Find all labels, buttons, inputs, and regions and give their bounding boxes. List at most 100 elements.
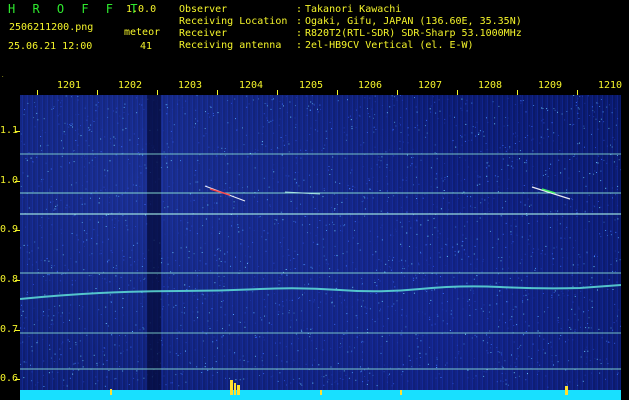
noise-speckle [597, 201, 599, 202]
noise-speckle [33, 307, 35, 309]
noise-speckle [193, 320, 195, 322]
noise-speckle [444, 331, 446, 333]
noise-speckle [499, 351, 501, 353]
noise-speckle [522, 100, 524, 101]
noise-speckle [86, 239, 88, 241]
noise-speckle [366, 183, 368, 185]
noise-speckle [584, 146, 585, 148]
noise-speckle [461, 144, 463, 146]
noise-speckle [490, 352, 492, 353]
noise-speckle [566, 382, 568, 384]
noise-speckle [416, 198, 418, 199]
noise-speckle [161, 337, 163, 339]
noise-speckle [63, 147, 64, 149]
noise-speckle [502, 313, 504, 315]
signal-spike [237, 385, 240, 395]
noise-speckle [348, 240, 349, 242]
noise-speckle [166, 107, 168, 109]
noise-speckle [416, 358, 418, 360]
frequency-tick [15, 230, 20, 231]
noise-speckle [369, 97, 371, 99]
noise-speckle [441, 177, 443, 179]
noise-speckle [296, 207, 298, 209]
noise-speckle [564, 228, 566, 230]
noise-speckle [272, 169, 274, 171]
noise-speckle [339, 295, 341, 297]
noise-speckle [534, 269, 536, 271]
noise-speckle [135, 226, 136, 227]
noise-speckle [275, 302, 277, 304]
noise-speckle [83, 381, 85, 383]
noise-speckle [77, 239, 79, 241]
noise-speckle [29, 366, 31, 368]
noise-speckle [514, 219, 516, 221]
noise-speckle [284, 380, 285, 382]
noise-speckle [228, 291, 230, 293]
noise-speckle [606, 106, 608, 108]
noise-speckle [201, 372, 203, 373]
noise-speckle [124, 335, 126, 337]
noise-speckle [399, 95, 401, 96]
noise-speckle [453, 276, 455, 278]
noise-speckle [425, 353, 427, 355]
noise-speckle [78, 114, 80, 115]
noise-speckle [184, 284, 186, 286]
noise-speckle [41, 237, 43, 239]
noise-speckle [535, 267, 536, 269]
noise-speckle [422, 311, 423, 313]
noise-speckle [524, 162, 526, 164]
noise-speckle [228, 236, 229, 238]
noise-speckle [40, 136, 42, 137]
noise-speckle [410, 165, 412, 167]
noise-speckle [86, 119, 88, 121]
noise-speckle [60, 315, 62, 317]
noise-speckle [282, 219, 284, 221]
noise-speckle [266, 117, 268, 119]
noise-speckle [589, 173, 591, 175]
info-header: H R O F F T 1.0.0 2506211200.png meteor … [0, 0, 629, 76]
noise-speckle [471, 102, 473, 104]
noise-speckle [273, 132, 275, 134]
noise-speckle [340, 343, 341, 345]
noise-speckle [300, 329, 302, 331]
noise-speckle [428, 318, 430, 320]
noise-speckle [265, 239, 267, 241]
noise-speckle [356, 327, 358, 329]
noise-speckle [402, 141, 404, 143]
noise-speckle [483, 371, 485, 373]
noise-speckle [253, 286, 255, 288]
noise-speckle [591, 300, 593, 302]
noise-speckle [418, 264, 420, 266]
noise-speckle [25, 158, 27, 159]
noise-speckle [348, 116, 350, 118]
noise-speckle [411, 163, 413, 165]
noise-speckle [536, 194, 538, 196]
noise-speckle [442, 180, 444, 182]
noise-speckle [603, 121, 605, 123]
noise-speckle [85, 158, 87, 160]
noise-speckle [351, 126, 353, 128]
noise-speckle [520, 102, 522, 104]
noise-speckle [306, 328, 308, 330]
noise-speckle [409, 246, 410, 247]
noise-speckle [367, 113, 369, 115]
noise-speckle [442, 293, 444, 294]
noise-speckle [507, 327, 509, 329]
noise-speckle [598, 328, 600, 330]
noise-speckle [496, 381, 498, 383]
noise-speckle [258, 216, 260, 218]
noise-speckle [435, 273, 437, 275]
noise-speckle [559, 223, 561, 225]
noise-speckle [60, 229, 62, 231]
noise-speckle [200, 247, 202, 249]
noise-speckle [205, 218, 207, 220]
noise-speckle [519, 150, 521, 152]
noise-speckle [72, 126, 73, 128]
noise-speckle [529, 235, 531, 237]
noise-speckle [207, 295, 209, 297]
noise-speckle [471, 132, 473, 134]
noise-speckle [387, 318, 389, 320]
noise-speckle [505, 379, 507, 381]
noise-speckle [22, 172, 24, 174]
noise-speckle [438, 373, 440, 375]
